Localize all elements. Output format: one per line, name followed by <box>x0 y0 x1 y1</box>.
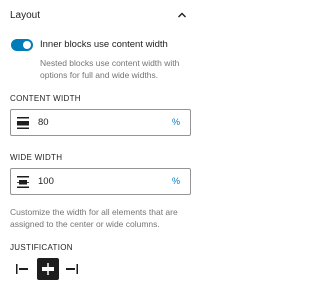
justify-right-icon[interactable] <box>60 258 82 280</box>
chevron-up-icon[interactable] <box>175 8 189 22</box>
wide-width-field[interactable]: 100 % <box>10 168 191 195</box>
inner-blocks-toggle[interactable] <box>11 39 33 51</box>
content-width-field[interactable]: 80 % <box>10 109 191 136</box>
justify-left-icon[interactable] <box>12 258 34 280</box>
content-width-unit-select[interactable]: % <box>172 117 180 127</box>
justification-toolbar <box>12 258 82 282</box>
justification-label: JUSTIFICATION <box>10 243 73 252</box>
width-description: Customize the width for all elements tha… <box>10 207 178 229</box>
content-width-toggle-row: Inner blocks use content width <box>11 38 196 52</box>
panel-title: Layout <box>10 10 41 21</box>
wide-width-icon <box>17 175 29 189</box>
wide-width-input[interactable]: 100 <box>38 176 54 187</box>
toggle-knob <box>23 41 31 49</box>
layout-panel: Layout Inner blocks use content width Ne… <box>0 0 201 300</box>
wide-width-label: WIDE WIDTH <box>10 153 63 162</box>
wide-width-unit-select[interactable]: % <box>172 176 180 186</box>
toggle-label: Inner blocks use content width <box>40 39 168 50</box>
content-width-input[interactable]: 80 <box>38 117 49 128</box>
content-width-label: CONTENT WIDTH <box>10 94 81 103</box>
toggle-help-text: Nested blocks use content width with opt… <box>40 58 180 80</box>
panel-header: Layout <box>10 8 191 26</box>
content-width-icon <box>17 116 29 130</box>
justify-center-icon[interactable] <box>37 258 59 280</box>
